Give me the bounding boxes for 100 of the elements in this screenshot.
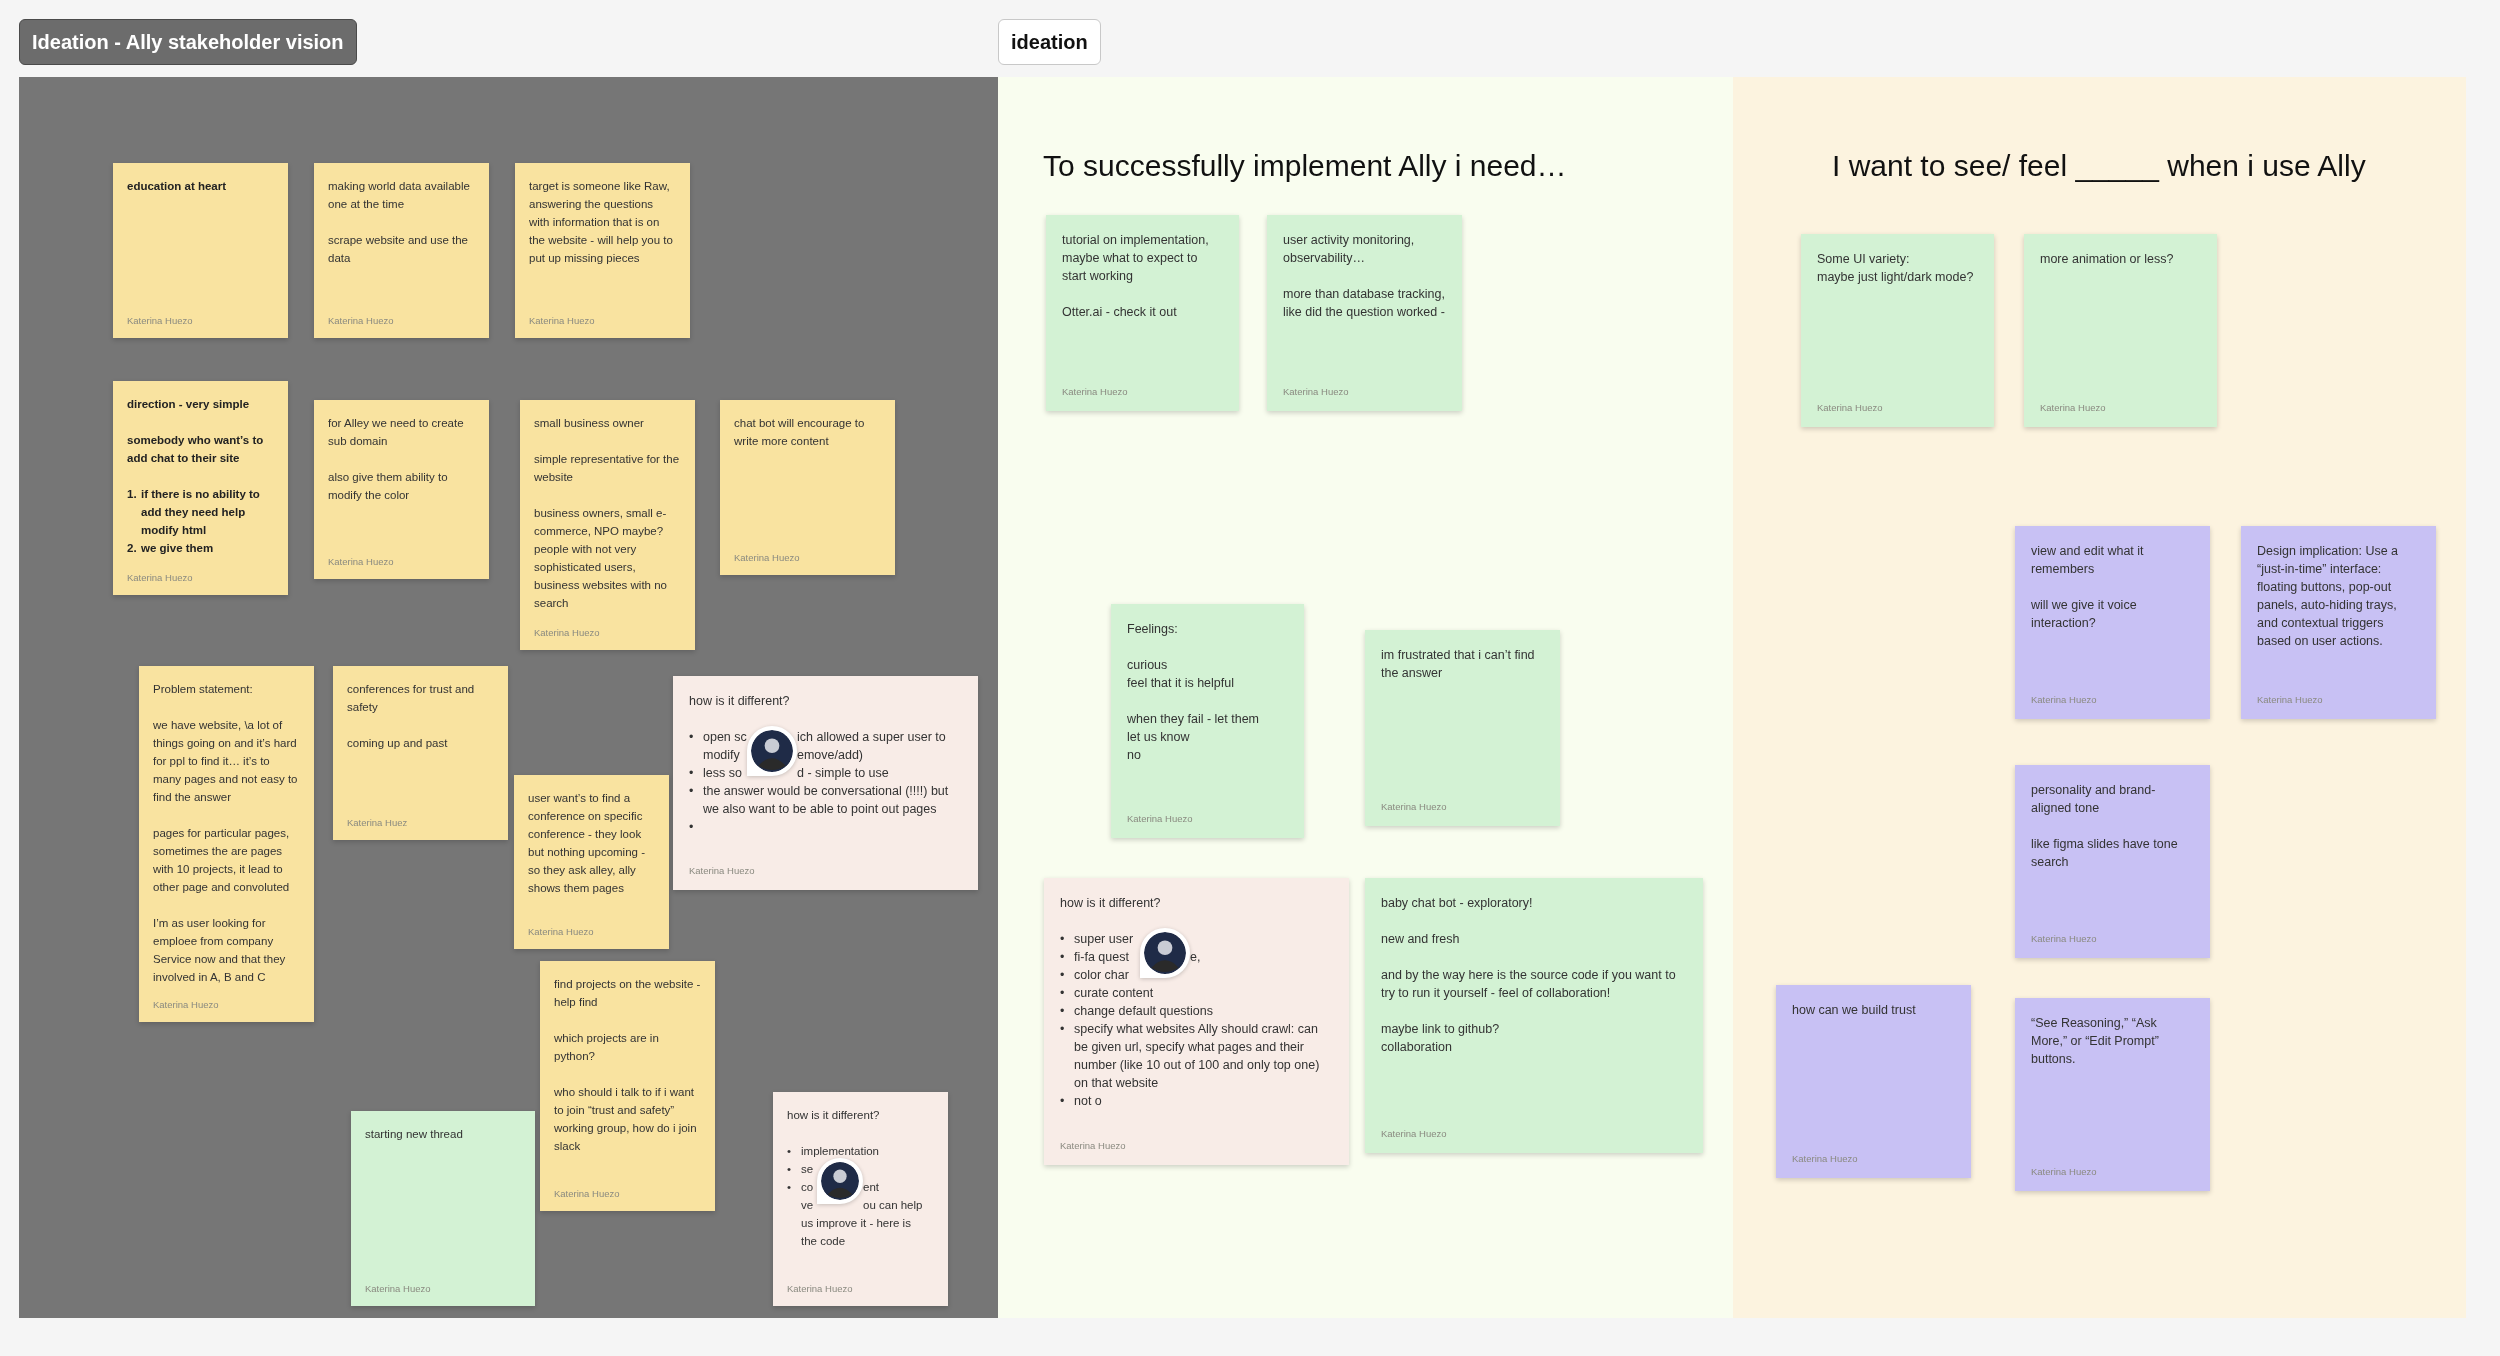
list-marker: • [1060, 986, 1065, 1000]
sticky-note[interactable] [1044, 878, 1349, 1165]
note-author: Katerina Huezo [2040, 402, 2106, 413]
note-text: tutorial on implementation, maybe what to expect to start working [1062, 232, 1210, 285]
list-marker: • [1060, 1094, 1065, 1108]
comment-avatar[interactable] [817, 1158, 863, 1204]
note-text: education at heart [127, 179, 228, 194]
list-marker: • [689, 766, 694, 780]
sticky-note[interactable]: tutorial on implementation, maybe what to expect to start working Otter.ai - check it out Katerina Huezo [1046, 215, 1239, 411]
sticky-note[interactable]: target is someone like Raw, answering the questions with information that is on the website - will help you to put up missing pieces Katerina Huezo [515, 163, 690, 338]
sticky-note[interactable]: direction - very simple somebody who want’s to add chat to their site 1. if there is no ability to add they need help modify html 2. we give them Katerina Huezo [113, 381, 288, 595]
note-text: business owners, small e-commerce, NPO maybe? people with not very sophisticated users, business websites with no search [534, 506, 668, 611]
note-text: im frustrated that i can’t find the answer [1381, 647, 1536, 682]
sticky-note[interactable]: personality and brand-aligned tone like figma slides have tone search Katerina Huezo [2015, 765, 2210, 958]
note-author: Katerina Huezo [1060, 1140, 1126, 1151]
sticky-note[interactable]: conferences for trust and safety coming up and past Katerina Huez [333, 666, 508, 840]
note-text: small business owner [534, 416, 645, 431]
note-text: modify [703, 748, 740, 762]
note-text: who should i talk to if i want to join “trust and safety” working group, how do i join slack [554, 1085, 698, 1154]
note-text: target is someone like Raw, answering the questions with information that is on the website - will help you to put up missing pieces [529, 179, 674, 266]
note-text: how is it different? [1060, 895, 1162, 912]
note-author: Katerina Huezo [787, 1283, 853, 1294]
note-text: the code [801, 1234, 847, 1249]
sticky-note[interactable]: more animation or less? Katerina Huezo [2024, 234, 2217, 427]
note-text: ent [863, 1180, 879, 1195]
note-text: will we give it voice interaction? [2031, 597, 2138, 632]
note-text: conferences for trust and safety [347, 682, 476, 715]
note-author: Katerina Huezo [529, 315, 595, 326]
comment-avatar[interactable] [1140, 928, 1190, 978]
sticky-note[interactable]: baby chat bot - exploratory! new and fresh and by the way here is the source code if you want to try to run it yourself - feel of collaboration! maybe link to github? collaboration Katerina Huezo [1365, 878, 1703, 1153]
sticky-note[interactable]: small business owner simple representative for the website business owners, small e-commerce, NPO maybe? people with not very sophisticated users, business websites with no search Katerina Huezo [520, 400, 695, 650]
note-text: like figma slides have tone search [2031, 836, 2179, 871]
note-text: find projects on the website - help find [554, 977, 701, 1010]
note-author: Katerina Huezo [2031, 933, 2097, 944]
note-text: simple representative for the website [534, 452, 681, 485]
note-text: new and fresh [1381, 931, 1461, 948]
frame-label[interactable]: Ideation - Ally stakeholder vision [19, 19, 357, 65]
sticky-note[interactable]: Feelings: curious feel that it is helpful when they fail - let them let us know no Katerina Huezo [1111, 604, 1304, 838]
sticky-note[interactable]: how is it different? • implementation • se • co ent ve ou can help us improve it - here is the code Katerina Huezo [773, 1092, 948, 1306]
note-text: se [801, 1163, 814, 1175]
note-text: implementation [801, 1144, 880, 1159]
note-author: Katerina Huezo [2031, 1166, 2097, 1177]
sticky-note[interactable]: im frustrated that i can’t find the answer Katerina Huezo [1365, 630, 1560, 826]
note-text: curate content [1074, 985, 1155, 1002]
note-text: Feelings: [1127, 621, 1179, 638]
note-author: Katerina Huezo [2031, 694, 2097, 705]
note-text: ich allowed a super user to [797, 729, 946, 746]
list-marker: • [1060, 1004, 1065, 1018]
note-text: view and edit what it remembers [2031, 543, 2145, 578]
note-text: more animation or less? [2040, 251, 2175, 268]
note-text: how is it different? [787, 1108, 881, 1123]
note-text: color char [1074, 968, 1129, 982]
sticky-note[interactable]: user activity monitoring, observability… more than database tracking, like did the question worked - Katerina Huezo [1267, 215, 1462, 411]
sticky-note[interactable]: chat bot will encourage to write more content Katerina Huezo [720, 400, 895, 575]
note-text: us improve it - here is [801, 1216, 912, 1231]
note-text: making world data available one at the time [328, 179, 471, 212]
note-text: co [801, 1181, 814, 1193]
sticky-note[interactable]: view and edit what it remembers will we give it voice interaction? Katerina Huezo [2015, 526, 2210, 719]
note-text: pages for particular pages, sometimes the are pages with 10 projects, it lead to other page and convoluted [153, 826, 291, 895]
list-marker: • [1060, 932, 1065, 946]
sticky-note[interactable]: Design implication: Use a “just-in-time” interface: floating buttons, pop-out panels, auto-hiding trays, and contextual triggers based on user actions. Katerina Huezo [2241, 526, 2436, 719]
note-text: also give them ability to modify the color [328, 470, 449, 503]
note-author: Katerina Huezo [328, 556, 394, 567]
list-marker: 2. [127, 542, 137, 554]
note-text: Otter.ai - check it out [1062, 304, 1178, 321]
note-author: Katerina Huezo [1283, 386, 1349, 397]
sticky-note[interactable]: user want’s to find a conference on specific conference - they look but nothing upcoming - so they ask alley, ally shows them pages Katerina Huezo [514, 775, 669, 949]
list-marker: • [787, 1181, 792, 1193]
note-text: Design implication: Use a “just-in-time” interface: floating buttons, pop-out panels, auto-hiding trays, and contextual triggers based on user actions. [2257, 543, 2400, 650]
sticky-note[interactable]: how can we build trust Katerina Huezo [1776, 985, 1971, 1178]
sticky-note[interactable]: education at heart Katerina Huezo [113, 163, 288, 338]
note-text: fi-fa quest [1074, 950, 1129, 964]
note-text: curious feel that it is helpful [1127, 657, 1235, 692]
note-author: Katerina Huezo [328, 315, 394, 326]
note-author: Katerina Huezo [365, 1283, 431, 1294]
comment-avatar[interactable] [747, 726, 797, 776]
note-text: I’m as user looking for emploee from company Service now and that they involved in A, B and C [153, 916, 287, 985]
sticky-note[interactable]: find projects on the website - help find which projects are in python? who should i talk to if i want to join “trust and safety” working group, how do i join slack Katerina Huezo [540, 961, 715, 1211]
note-text: less so [703, 766, 742, 780]
note-text: and by the way here is the source code if you want to try to run it yourself - feel of collaboration! [1381, 967, 1677, 1002]
list-marker: • [689, 784, 694, 798]
list-marker: • [689, 730, 694, 744]
frame-label[interactable]: ideation [998, 19, 1101, 65]
note-text: we have website, \a lot of things going on and it’s hard for ppl to find it… it’s to many pages and not easy to find the answer [153, 718, 299, 805]
note-text: more than database tracking, like did the question worked - [1283, 286, 1446, 321]
note-author: Katerina Huezo [127, 572, 193, 583]
sticky-note[interactable]: “See Reasoning,” “Ask More,” or “Edit Prompt” buttons. Katerina Huezo [2015, 998, 2210, 1191]
sticky-note[interactable]: making world data available one at the time scrape website and use the data Katerina Huezo [314, 163, 489, 338]
list-marker: • [787, 1145, 792, 1157]
sticky-note[interactable] [673, 676, 978, 890]
sticky-note[interactable]: starting new thread Katerina Huezo [351, 1111, 535, 1306]
note-text: ve [801, 1199, 814, 1211]
sticky-note[interactable]: for Alley we need to create sub domain also give them ability to modify the color Katerina Huezo [314, 400, 489, 579]
note-text: Problem statement: [153, 682, 254, 697]
note-author: Katerina Huezo [153, 999, 219, 1010]
note-text: e, [1190, 949, 1201, 966]
sticky-note[interactable]: Some UI variety: maybe just light/dark mode? Katerina Huezo [1801, 234, 1994, 427]
note-text: emove/add) [797, 747, 863, 764]
note-text: chat bot will encourage to write more content [734, 416, 866, 449]
sticky-note[interactable] [139, 666, 314, 1022]
